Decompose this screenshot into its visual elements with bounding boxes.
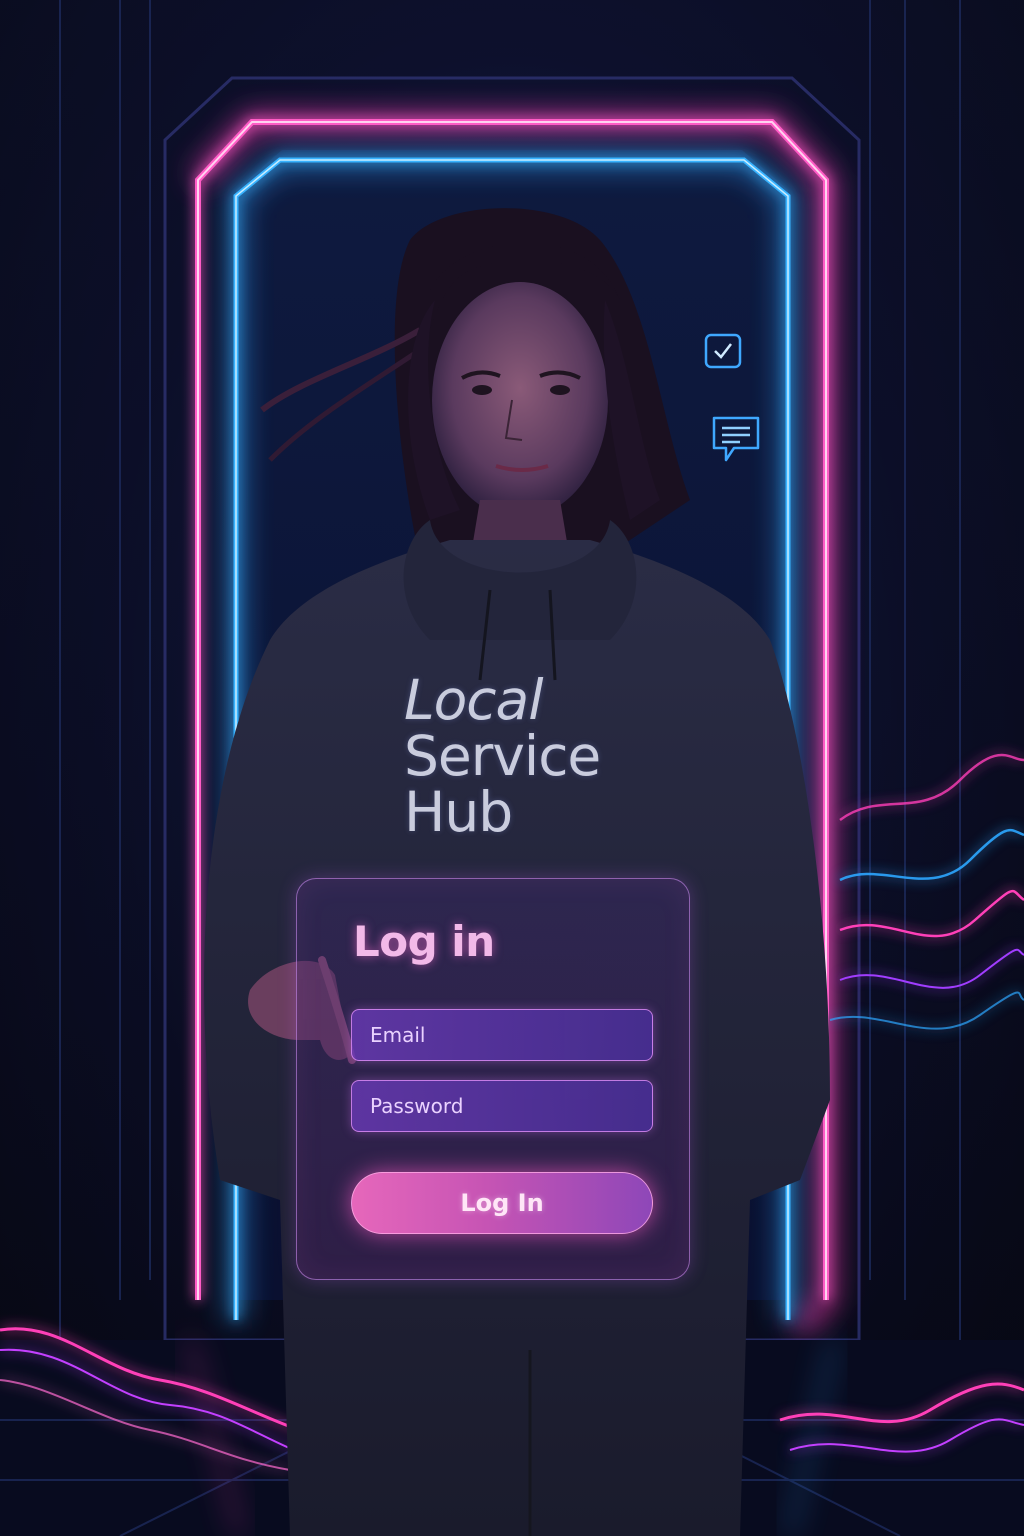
brand-logo-text: Local Service Hub (404, 672, 664, 840)
login-form: Log in Log In (296, 878, 690, 1280)
password-input[interactable] (352, 1081, 652, 1131)
brand-line-1: Local (404, 668, 544, 732)
login-title: Log in (353, 917, 495, 966)
login-screen: Local Service Hub Log in Log In (0, 0, 1024, 1536)
email-field-wrapper (351, 1009, 653, 1061)
chat-bubble-icon (712, 416, 760, 462)
brand-line-3: Hub (404, 780, 513, 844)
email-input[interactable] (352, 1010, 652, 1060)
checkbox-icon (704, 333, 742, 369)
brand-line-2: Service (404, 724, 601, 788)
login-button[interactable]: Log In (351, 1172, 653, 1234)
password-field-wrapper (351, 1080, 653, 1132)
